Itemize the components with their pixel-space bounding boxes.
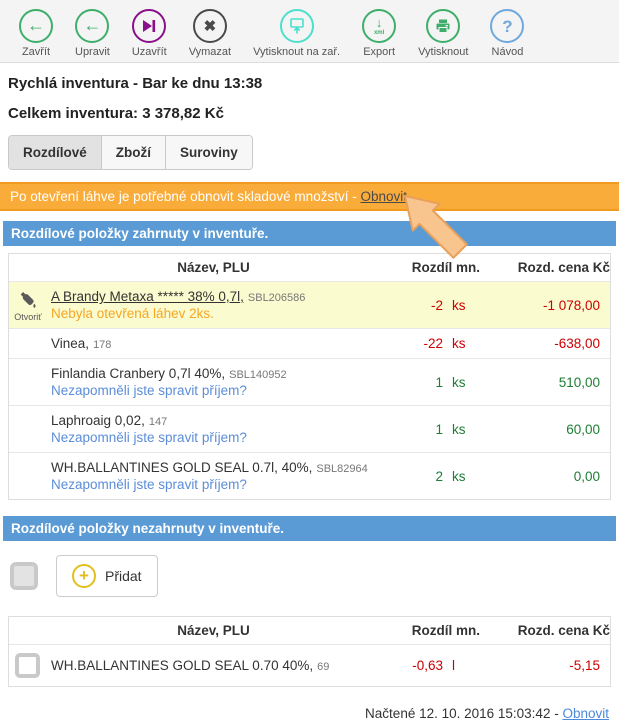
item-qty: -0,63 [412,658,443,673]
section2-controls: + Přidat [0,541,619,609]
tab-rozdilove[interactable]: Rozdílové [9,136,102,169]
column-header-price: Rozd. cena Kč [480,254,610,281]
item-unit: ks [452,469,472,484]
section1-header: Rozdílové položky zahrnuty v inventuře. [3,221,616,246]
item-price: -638,00 [480,336,610,351]
toolbar-button-print[interactable]: Vytisknout [407,9,479,58]
toolbar-button-help[interactable]: ? Návod [479,9,535,58]
item-qty: -2 [431,298,443,313]
page-header: Rychlá inventura - Bar ke dnu 13:38 Celk… [0,63,619,122]
item-price: 510,00 [480,375,610,390]
table-row: Laphroaig 0,02 147 Nezapomněli jste sprav… [9,406,610,453]
item-price: 60,00 [480,422,610,437]
column-header-price: Rozd. cena Kč [480,617,610,644]
page-title: Rychlá inventura - Bar ke dnu 13:38 [8,75,611,92]
item-code: SBL140952 [229,369,287,381]
item-code: 178 [93,339,111,351]
section2-header: Rozdílové položky nezahrnuty v inventuře… [3,516,616,541]
open-bottle-label: Otvoriť [14,312,41,322]
item-price: 0,00 [480,469,610,484]
toolbar-button-delete[interactable]: ✖ Vymazat [178,9,242,58]
table-row: Otvoriť A Brandy Metaxa ***** 38% 0,7l SB… [9,282,610,329]
table-row: Vinea 178 -22 ks -638,00 [9,329,610,359]
table-header-row: Název, PLU Rozdíl mn. Rozd. cena Kč [9,617,610,645]
inventory-total: Celkem inventura: 3 378,82 Kč [8,105,611,122]
item-qty: 2 [435,469,443,484]
item-code: 69 [317,661,329,673]
footer-status: Načtené 12. 10. 2016 15:03:42 - Obnovit [10,706,609,721]
item-unit: ks [452,375,472,390]
item-name: Vinea [51,336,89,351]
add-item-label: Přidat [105,568,142,584]
delete-icon: ✖ [193,9,227,43]
bottle-icon [17,289,39,311]
item-price: -1 078,00 [480,298,610,313]
toolbar-button-label: Upravit [75,46,110,58]
banner-obnovit-link[interactable]: Obnovit [360,189,407,204]
toolbar-button-label: Uzavřít [132,46,167,58]
item-warning: Nebyla otevřená láhev 2ks. [51,306,374,321]
item-price: -5,15 [480,658,610,673]
table-row: WH.BALLANTINES GOLD SEAL 0.70 40% 69 -0,6… [9,645,610,686]
toolbar-button-close[interactable]: ← Zavřít [8,9,64,58]
footer-obnovit-link[interactable]: Obnovit [562,706,609,721]
toolbar-button-label: Vytisknout [418,46,468,58]
warning-banner: Po otevření láhve je potřebné obnovit sk… [0,182,619,211]
column-header-qty: Rozdíl mn. [380,254,480,281]
toolbar-button-print-device[interactable]: Vytisknout na zař. [242,9,351,58]
item-name: Laphroaig 0,02 [51,413,145,428]
toolbar-button-label: Návod [492,46,524,58]
fix-receipt-link[interactable]: Nezapomněli jste spravit příjem? [51,477,374,492]
item-qty: 1 [435,422,443,437]
item-name: Finlandia Cranbery 0,7l 40% [51,366,225,381]
toolbar-button-edit[interactable]: ← Upravit [64,9,121,58]
open-bottle-action[interactable]: Otvoriť [9,285,47,326]
warning-banner-text: Po otevření láhve je potřebné obnovit sk… [10,189,357,204]
add-item-button[interactable]: + Přidat [56,555,158,597]
included-items-table: Název, PLU Rozdíl mn. Rozd. cena Kč Otvo… [8,253,611,500]
item-unit: l [452,658,472,673]
item-name: WH.BALLANTINES GOLD SEAL 0.7l, 40% [51,460,312,475]
item-code: SBL206586 [248,292,306,304]
item-unit: ks [452,298,472,313]
fix-receipt-link[interactable]: Nezapomněli jste spravit příjem? [51,430,374,445]
toolbar-button-label: Zavřít [22,46,50,58]
item-code: 147 [149,416,167,428]
tab-bar: Rozdílové Zboží Suroviny [8,135,253,170]
select-all-checkbox[interactable] [10,562,38,590]
loaded-timestamp: Načtené 12. 10. 2016 15:03:42 - [365,706,559,721]
column-header-name: Název, PLU [47,617,380,644]
column-header-name: Název, PLU [47,254,380,281]
help-icon: ? [490,9,524,43]
toolbar: ← Zavřít ← Upravit Uzavřít ✖ Vymazat Vyt… [0,0,619,63]
toolbar-button-label: Export [363,46,395,58]
table-header-row: Název, PLU Rozdíl mn. Rozd. cena Kč [9,254,610,282]
tab-zbozi[interactable]: Zboží [102,136,166,169]
back-icon: ← [75,9,109,43]
back-icon: ← [19,9,53,43]
item-name-link[interactable]: A Brandy Metaxa ***** 38% 0,7l [51,289,244,304]
item-qty: -22 [423,336,443,351]
column-header-qty: Rozdíl mn. [380,617,480,644]
plus-icon: + [72,564,96,588]
item-unit: ks [452,422,472,437]
fix-receipt-link[interactable]: Nezapomněli jste spravit příjem? [51,383,374,398]
item-name: WH.BALLANTINES GOLD SEAL 0.70 40% [51,658,313,673]
item-code: SBL82964 [316,463,367,475]
printer-icon [426,9,460,43]
row-checkbox[interactable] [15,653,40,678]
table-row: Finlandia Cranbery 0,7l 40% SBL140952 Nez… [9,359,610,406]
excluded-items-table: Název, PLU Rozdíl mn. Rozd. cena Kč WH.B… [8,616,611,687]
print-device-icon [280,9,314,43]
toolbar-button-finalize[interactable]: Uzavřít [121,9,178,58]
item-qty: 1 [435,375,443,390]
toolbar-button-export[interactable]: ↓xml Export [351,9,407,58]
export-xml-icon: ↓xml [362,9,396,43]
tab-suroviny[interactable]: Suroviny [166,136,252,169]
toolbar-button-label: Vymazat [189,46,231,58]
finalize-icon [132,9,166,43]
table-row: WH.BALLANTINES GOLD SEAL 0.7l, 40% SBL829… [9,453,610,499]
item-unit: ks [452,336,472,351]
toolbar-button-label: Vytisknout na zař. [253,46,340,58]
